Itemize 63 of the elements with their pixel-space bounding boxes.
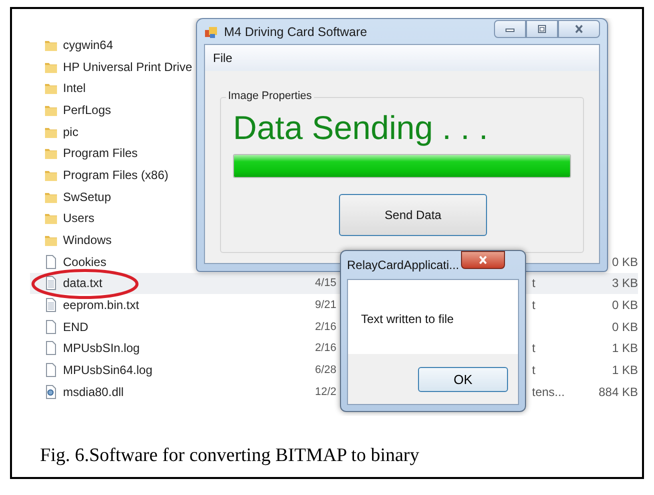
app-icon <box>204 24 218 38</box>
size-text: 1 KB <box>612 363 638 378</box>
file-name[interactable]: eeprom.bin.txt <box>63 298 140 312</box>
ok-button[interactable]: OK <box>418 366 508 392</box>
type-text: t <box>532 363 536 378</box>
size-text: 0 KB <box>612 320 638 334</box>
file-name[interactable]: END <box>63 320 88 334</box>
file-name[interactable]: Program Files (x86) <box>63 168 168 182</box>
file-name[interactable]: HP Universal Print Drive <box>63 60 192 74</box>
group-label: Image Properties <box>226 90 314 102</box>
date-text: 9/21 <box>315 299 336 312</box>
window-title: M4 Driving Card Software <box>224 24 368 38</box>
dialog-title: RelayCardApplicati... <box>347 258 460 272</box>
size-text: 884 KB <box>598 384 638 399</box>
type-text: tens... <box>532 384 565 399</box>
type-text: t <box>532 276 536 290</box>
maximize-button[interactable] <box>526 20 558 38</box>
file-name[interactable]: cygwin64 <box>63 38 114 52</box>
close-button[interactable] <box>461 251 506 269</box>
minimize-button[interactable] <box>494 20 526 38</box>
file-icon <box>44 254 58 269</box>
file-icon <box>44 341 58 356</box>
status-text: Data Sending . . . <box>233 109 489 147</box>
file-name[interactable]: msdia80.dll <box>63 384 124 399</box>
date-text: 6/28 <box>315 364 336 376</box>
folder-icon <box>44 146 58 160</box>
date-text: 4/15 <box>315 277 336 290</box>
folder-icon <box>44 211 58 226</box>
type-text: t <box>532 341 536 356</box>
date-text: 12/2 <box>315 386 336 398</box>
file-name[interactable]: SwSetup <box>63 190 112 204</box>
file-name[interactable]: PerfLogs <box>63 102 112 117</box>
close-button[interactable] <box>558 20 600 38</box>
file-name[interactable]: Intel <box>63 81 86 96</box>
file-name[interactable]: Program Files <box>63 146 138 160</box>
date-text: 2/16 <box>315 320 336 333</box>
menu-item[interactable]: File <box>208 49 238 67</box>
close-icon <box>573 24 585 34</box>
file-name[interactable]: pic <box>63 124 78 139</box>
gear-file-icon <box>44 384 58 399</box>
text-file-icon <box>44 298 58 312</box>
size-text: 3 KB <box>612 276 638 290</box>
file-icon <box>44 363 58 378</box>
type-text: t <box>532 298 536 312</box>
folder-icon <box>44 233 58 248</box>
dialog-message: Text written to file <box>360 311 455 328</box>
maximize-icon <box>536 24 548 34</box>
file-name[interactable]: MPUsbSin64.log <box>63 363 152 378</box>
date-text: 2/16 <box>315 342 336 354</box>
size-text: 1 KB <box>612 341 638 356</box>
file-icon <box>44 320 58 334</box>
file-name[interactable]: MPUsbSIn.log <box>63 341 140 356</box>
text-file-icon <box>44 276 58 290</box>
file-name[interactable]: Users <box>63 211 94 226</box>
file-name[interactable]: data.txt <box>63 276 102 290</box>
folder-icon <box>44 81 58 96</box>
send-data-button[interactable]: Send Data <box>339 194 487 236</box>
file-name[interactable]: Windows <box>63 233 112 248</box>
close-icon <box>477 255 490 265</box>
size-text: 0 KB <box>612 298 638 312</box>
file-name[interactable]: Cookies <box>63 254 106 269</box>
size-text: 0 KB <box>612 254 638 269</box>
figure-caption: Fig. 6.Software for converting BITMAP to binary <box>39 445 420 467</box>
